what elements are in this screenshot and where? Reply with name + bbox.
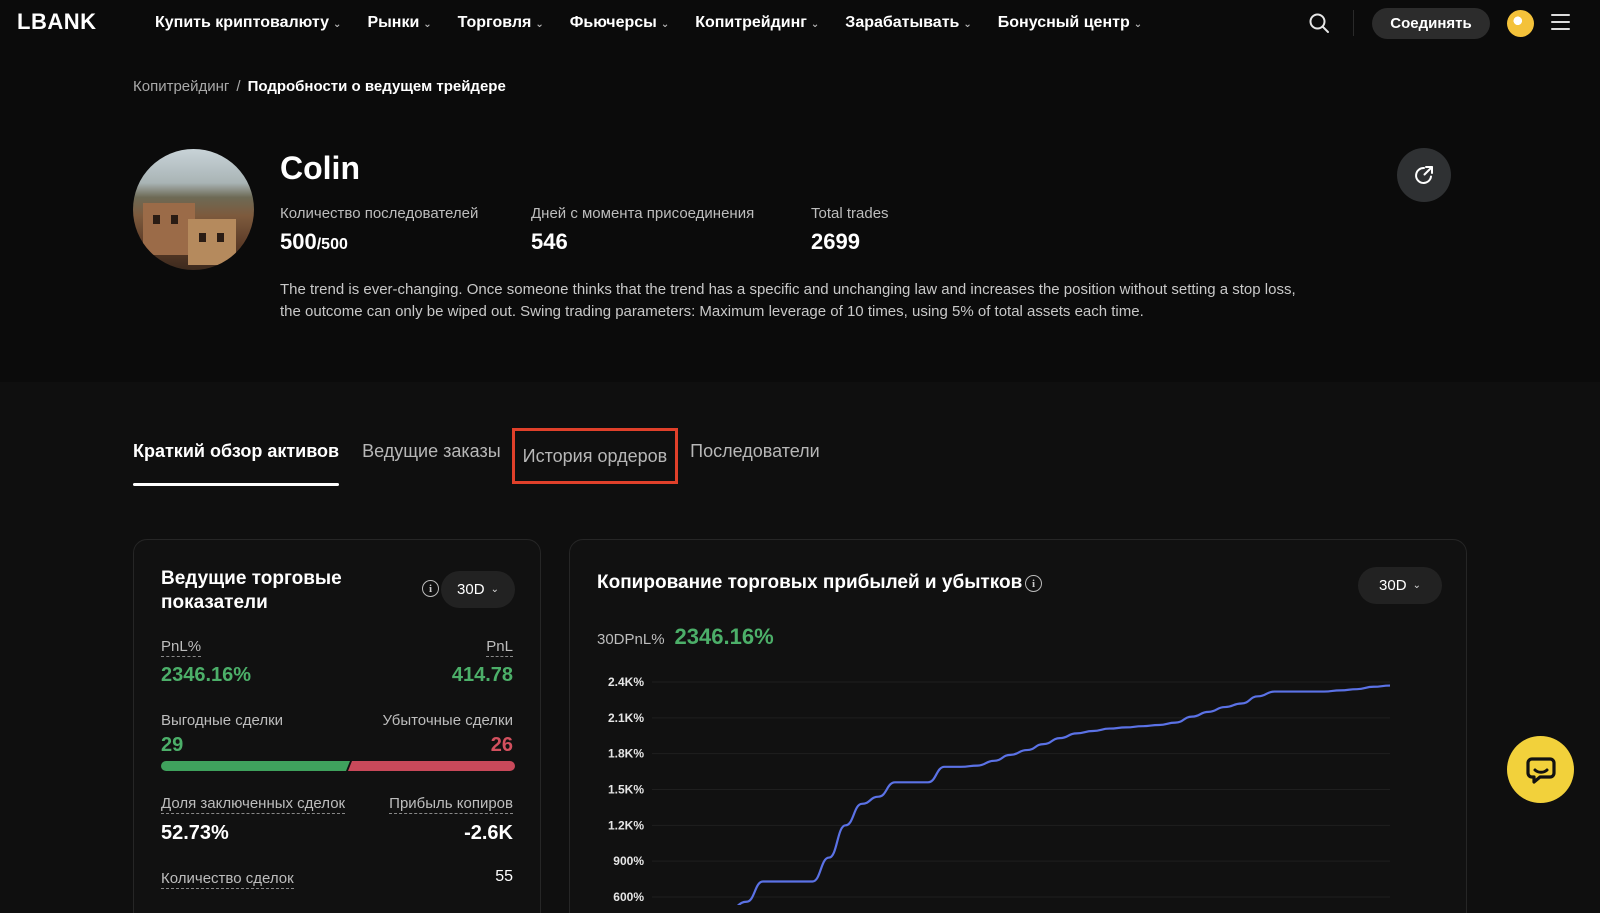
- chat-icon: [1525, 756, 1556, 784]
- pnl-series-line: [736, 684, 1391, 905]
- connect-button[interactable]: Соединять: [1372, 8, 1490, 39]
- menu-bonus-center[interactable]: Бонусный центр ⌄: [998, 14, 1142, 32]
- chevron-down-icon: ⌄: [660, 18, 670, 30]
- winning-trades-label: Выгодные сделки: [161, 712, 284, 729]
- chevron-down-icon: ⌄: [810, 18, 820, 30]
- trader-bio: The trend is ever-changing. Once someone…: [280, 281, 1296, 320]
- copier-profit-value: -2.6K: [464, 822, 513, 844]
- trader-profile: Colin Количество последователей 500/500 …: [0, 132, 1600, 382]
- stat-value: 546: [531, 229, 568, 254]
- closed-ratio-value: 52.73%: [161, 822, 229, 844]
- y-tick-label: 1.2K%: [608, 818, 644, 832]
- menu-item-label: Копитрейдинг: [695, 14, 807, 31]
- lbank-logo[interactable]: LBANK: [17, 9, 97, 35]
- y-tick-label: 2.4K%: [608, 675, 644, 689]
- stat-label: Total trades: [811, 205, 889, 222]
- breadcrumb: Копитрейдинг / Подробности о ведущем тре…: [133, 78, 506, 95]
- stat-followers: Количество последователей 500/500: [280, 205, 478, 255]
- main-menu: Купить криптовалюту ⌄ Рынки ⌄ Торговля ⌄ Фь…: [155, 0, 1168, 46]
- top-nav: LBANK Купить криптовалюту ⌄ Рынки ⌄ Торгов…: [0, 0, 1600, 46]
- stat-total-trades: Total trades 2699: [811, 205, 889, 255]
- menu-buy-crypto[interactable]: Купить криптовалюту ⌄: [155, 14, 341, 32]
- menu-markets[interactable]: Рынки ⌄: [367, 14, 431, 32]
- tab-order-history[interactable]: История ордеров: [511, 428, 679, 484]
- menu-item-label: Купить криптовалюту: [155, 14, 330, 31]
- pnl-line-chart: 600% 900% 1.2K% 1.5K% 1.8K% 2.1K% 2.4K%: [608, 675, 1391, 905]
- trade-count-label[interactable]: Количество сделок: [161, 870, 294, 889]
- losing-trades-value: 26: [490, 734, 513, 756]
- menu-item-label: Торговля: [457, 14, 532, 31]
- stat-value: 500/500: [280, 229, 478, 255]
- y-tick-label: 900%: [613, 854, 644, 868]
- chevron-down-icon: ⌄: [535, 18, 544, 30]
- search-icon[interactable]: [1308, 12, 1330, 34]
- chevron-down-icon: ⌄: [333, 18, 342, 30]
- menu-trade[interactable]: Торговля ⌄: [458, 14, 544, 32]
- pnl-label[interactable]: PnL: [486, 638, 513, 657]
- losing-trades-label: Убыточные сделки: [382, 712, 513, 729]
- trader-avatar: [133, 149, 254, 270]
- menu-item-label: Зарабатывать: [845, 14, 960, 31]
- stat-days: Дней с момента присоединения 546: [531, 205, 754, 255]
- chevron-down-icon: ⌄: [490, 584, 499, 595]
- win-ratio-bar: [161, 761, 350, 771]
- followers-max: /500: [316, 236, 348, 253]
- chevron-down-icon: ⌄: [963, 18, 972, 30]
- tab-lead-orders[interactable]: Ведущие заказы: [362, 441, 501, 481]
- menu-earn[interactable]: Зарабатывать ⌄: [845, 14, 971, 32]
- share-button[interactable]: [1397, 148, 1451, 202]
- menu-futures[interactable]: Фьючерсы ⌄: [570, 14, 669, 32]
- hamburger-menu-icon[interactable]: [1551, 14, 1570, 30]
- chat-support-button[interactable]: [1507, 736, 1574, 803]
- chevron-down-icon: ⌄: [423, 18, 432, 30]
- period-value: 30D: [457, 581, 485, 598]
- trader-details-section: Краткий обзор активов Ведущие заказы Ист…: [0, 382, 1600, 913]
- breadcrumb-current: Подробности о ведущем трейдере: [247, 78, 506, 95]
- tab-bar: Краткий обзор активов Ведущие заказы Ист…: [133, 428, 843, 486]
- copier-profit-label[interactable]: Прибыль копиров: [389, 795, 513, 814]
- breadcrumb-separator: /: [236, 78, 241, 95]
- share-icon: [1415, 166, 1433, 184]
- trade-count-value: 55: [495, 868, 513, 885]
- nav-divider: [1353, 10, 1354, 36]
- closed-ratio-label[interactable]: Доля заключенных сделок: [161, 795, 346, 814]
- card-title: Ведущие торговые показатели: [161, 568, 342, 613]
- info-icon[interactable]: i: [422, 580, 439, 597]
- tab-asset-overview[interactable]: Краткий обзор активов: [133, 441, 340, 486]
- menu-copy-trading[interactable]: Копитрейдинг ⌄: [695, 14, 819, 32]
- menu-item-label: Бонусный центр: [997, 14, 1130, 31]
- stat-label: Количество последователей: [280, 205, 479, 222]
- breadcrumb-copy-trading[interactable]: Копитрейдинг: [133, 78, 229, 95]
- user-avatar[interactable]: [1507, 10, 1534, 37]
- pnl-pct-label[interactable]: PnL%: [161, 638, 202, 657]
- followers-count: 500: [280, 229, 317, 254]
- y-tick-label: 2.1K%: [608, 711, 644, 725]
- chevron-down-icon: ⌄: [1133, 18, 1143, 30]
- y-tick-label: 1.8K%: [608, 747, 644, 761]
- stat-value: 2699: [811, 229, 860, 254]
- winning-trades-value: 29: [161, 734, 184, 756]
- trader-name: Colin: [280, 150, 360, 186]
- loss-ratio-bar: [348, 761, 515, 771]
- tab-followers[interactable]: Последователи: [690, 441, 820, 481]
- menu-item-label: Фьючерсы: [569, 14, 657, 31]
- copy-pnl-card: Копирование торговых прибылей и убытков …: [569, 539, 1467, 913]
- lead-metrics-card: Ведущие торговые показатели i 30D ⌄ PnL% …: [133, 539, 541, 913]
- y-tick-label: 600%: [613, 890, 644, 904]
- pnl-pct-value: 2346.16%: [161, 664, 252, 686]
- period-select[interactable]: 30D ⌄: [441, 571, 515, 608]
- pnl-value: 414.78: [451, 664, 513, 686]
- stat-label: Дней с момента присоединения: [531, 205, 755, 222]
- menu-item-label: Рынки: [367, 14, 420, 31]
- y-tick-label: 1.5K%: [608, 783, 644, 797]
